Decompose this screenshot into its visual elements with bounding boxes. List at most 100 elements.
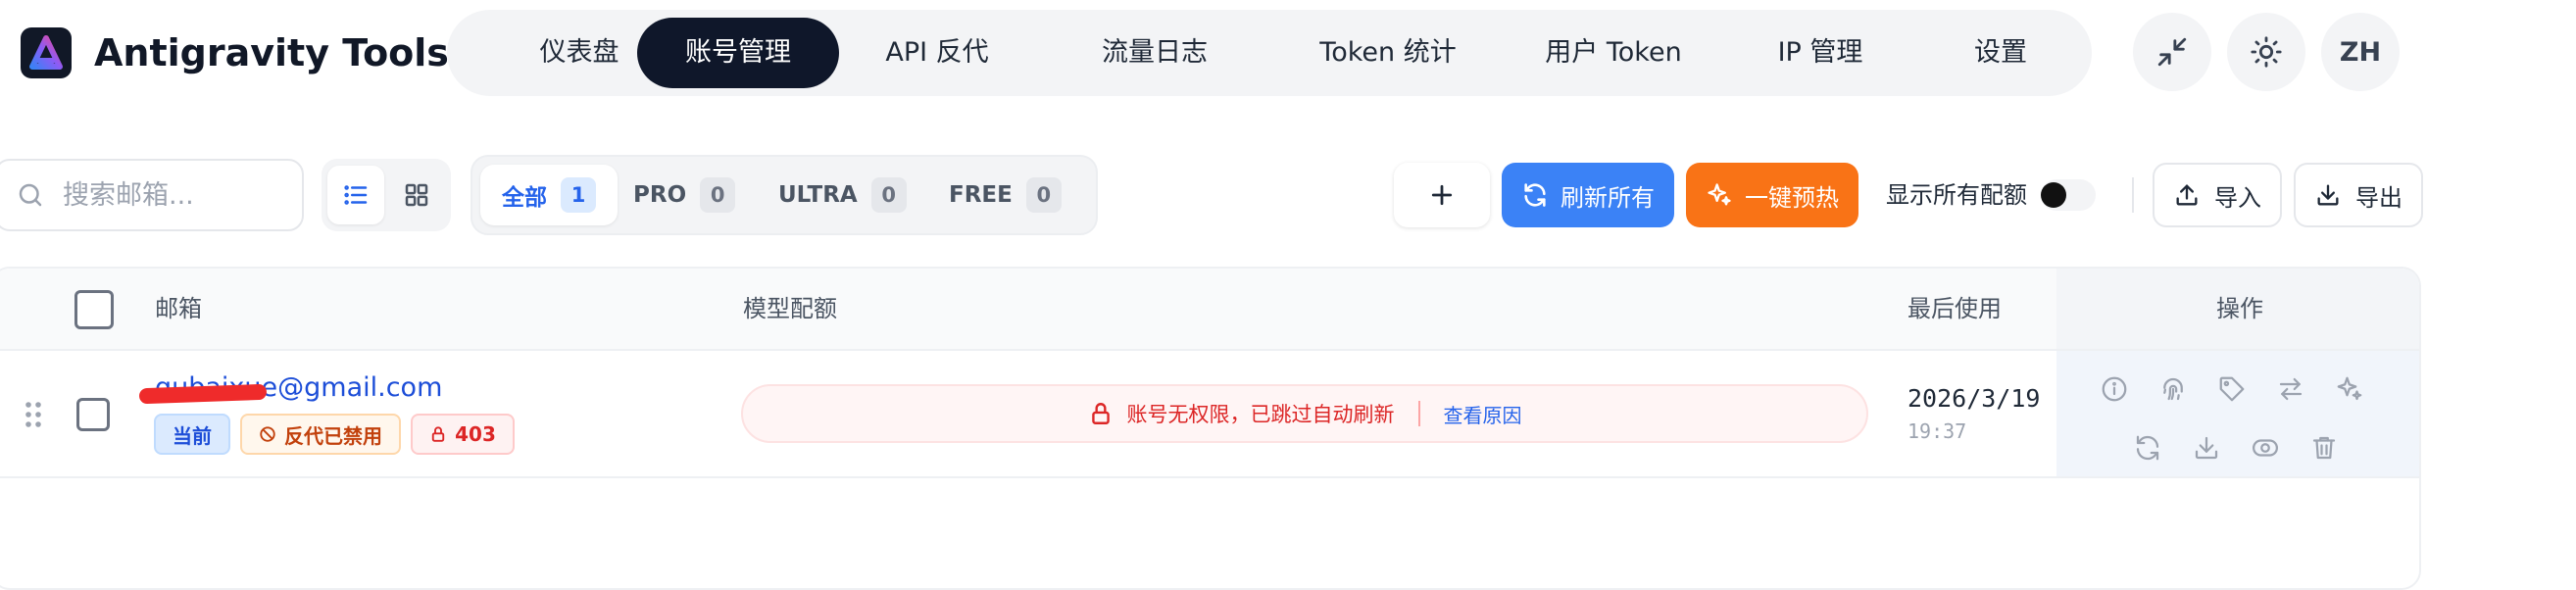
refresh-icon	[2136, 435, 2159, 461]
email-column-header: 邮箱	[155, 295, 202, 322]
tab-traffic-logs[interactable]: 流量日志	[1057, 18, 1253, 88]
toolbar-divider	[2132, 177, 2134, 213]
lock-icon	[1091, 403, 1110, 424]
language-button[interactable]: ZH	[2321, 13, 2400, 91]
filter-label: PRO	[633, 182, 687, 208]
download-icon	[2317, 184, 2339, 206]
status-badge: 403	[411, 414, 515, 455]
search-icon	[19, 183, 42, 207]
app-logo	[21, 27, 72, 78]
lock-icon	[431, 426, 445, 442]
warmup-label: 一键预热	[1745, 183, 1839, 212]
last-used-column-header: 最后使用	[1907, 295, 2002, 322]
accounts-table: 邮箱 模型配额 最后使用 操作 qubaixue@gmail.com 当前 反代…	[0, 267, 2421, 590]
plan-filter-group: 全部 1 PRO 0 ULTRA 0 FREE 0	[471, 155, 1098, 235]
ban-icon	[260, 426, 275, 442]
theme-toggle-button[interactable]	[2227, 13, 2305, 91]
search-input[interactable]	[61, 178, 290, 212]
plus-icon	[1431, 184, 1453, 206]
eye-icon	[2253, 439, 2278, 457]
alert-divider	[1417, 401, 1420, 426]
import-button[interactable]: 导入	[2153, 163, 2282, 227]
fingerprint-button[interactable]	[2156, 372, 2190, 406]
export-button[interactable]: 导出	[2294, 163, 2423, 227]
refresh-all-label: 刷新所有	[1560, 183, 1655, 212]
info-icon	[2102, 376, 2127, 402]
tab-user-token[interactable]: 用户 Token	[1506, 18, 1721, 88]
antigravity-logo-icon	[29, 35, 63, 70]
refresh-all-button[interactable]: 刷新所有	[1502, 163, 1674, 227]
import-label: 导入	[2214, 183, 2261, 212]
filter-ultra[interactable]: ULTRA 0	[767, 165, 918, 225]
quota-column-header: 模型配额	[743, 295, 837, 322]
filter-count: 0	[1025, 177, 1062, 213]
list-icon	[344, 185, 368, 205]
export-label: 导出	[2355, 183, 2403, 212]
filter-all[interactable]: 全部 1	[480, 165, 618, 225]
list-view-button[interactable]	[327, 166, 384, 224]
proxy-disabled-badge: 反代已禁用	[240, 414, 401, 455]
show-all-quota-label: 显示所有配额	[1886, 181, 2027, 209]
warmup-account-button[interactable]	[2333, 372, 2366, 406]
switch-account-button[interactable]	[2274, 372, 2307, 406]
sun-icon	[2251, 36, 2282, 68]
grid-icon	[405, 183, 428, 207]
download-icon	[2195, 436, 2218, 460]
tab-ip-management[interactable]: IP 管理	[1727, 18, 1913, 88]
minimize-icon	[2157, 37, 2187, 67]
current-badge-label: 当前	[173, 423, 212, 448]
trash-icon	[2312, 436, 2336, 460]
quota-alert: 账号无权限，已跳过自动刷新 查看原因	[741, 384, 1868, 443]
filter-label: FREE	[949, 182, 1013, 208]
filter-label: ULTRA	[778, 182, 858, 208]
filter-count: 0	[700, 177, 736, 213]
filter-count: 1	[561, 177, 596, 213]
search-field	[0, 159, 304, 231]
filter-label: 全部	[502, 185, 547, 211]
download-account-button[interactable]	[2190, 431, 2223, 465]
drag-handle[interactable]	[24, 400, 43, 429]
table-header: 邮箱 模型配额 最后使用 操作	[0, 269, 2419, 351]
filter-count: 0	[870, 177, 907, 213]
filter-free[interactable]: FREE 0	[937, 165, 1073, 225]
view-reason-link[interactable]: 查看原因	[1444, 400, 1522, 428]
quota-alert-text: 账号无权限，已跳过自动刷新	[1126, 403, 1395, 426]
refresh-icon	[1524, 183, 1546, 207]
row-checkbox[interactable]	[76, 398, 110, 431]
tag-icon	[2219, 376, 2245, 402]
refresh-account-button[interactable]	[2131, 431, 2164, 465]
tab-settings[interactable]: 设置	[1927, 18, 2074, 88]
main-nav: 仪表盘 账号管理 API 反代 流量日志 Token 统计 用户 Token I…	[447, 10, 2092, 96]
switch-icon	[2279, 377, 2303, 401]
tab-token-stats[interactable]: Token 统计	[1278, 18, 1498, 88]
last-used-time: 19:37	[1907, 419, 1967, 443]
add-account-button[interactable]	[1394, 163, 1490, 227]
actions-column-header: 操作	[2216, 295, 2263, 322]
select-all-checkbox[interactable]	[74, 290, 114, 329]
tab-api-proxy[interactable]: API 反代	[839, 18, 1035, 88]
status-badge-label: 403	[455, 422, 496, 446]
current-badge: 当前	[154, 414, 230, 455]
grid-view-button[interactable]	[388, 166, 445, 224]
table-row: qubaixue@gmail.com 当前 反代已禁用 403 账号无权限，已跳…	[0, 351, 2419, 478]
upload-icon	[2176, 184, 2198, 206]
proxy-disabled-label: 反代已禁用	[284, 423, 382, 448]
view-mode-toggle	[322, 159, 451, 231]
drag-handle-icon	[25, 402, 41, 427]
show-all-quota-toggle[interactable]	[2041, 179, 2096, 211]
fingerprint-icon	[2163, 377, 2183, 401]
tab-accounts[interactable]: 账号管理	[637, 18, 839, 88]
actions-cell-bg	[2056, 351, 2419, 476]
warmup-button[interactable]: 一键预热	[1686, 163, 1858, 227]
app-title: Antigravity Tools	[94, 31, 449, 74]
last-used-date: 2026/3/19	[1907, 384, 2041, 413]
delete-account-button[interactable]	[2307, 431, 2341, 465]
collapse-button[interactable]	[2133, 13, 2211, 91]
toggle-visibility-button[interactable]	[2249, 431, 2282, 465]
tag-button[interactable]	[2215, 372, 2249, 406]
sparkles-icon	[1708, 183, 1731, 206]
filter-pro[interactable]: PRO 0	[621, 165, 747, 225]
language-label: ZH	[2339, 36, 2382, 68]
toggle-knob	[2041, 182, 2066, 208]
info-button[interactable]	[2098, 372, 2131, 406]
